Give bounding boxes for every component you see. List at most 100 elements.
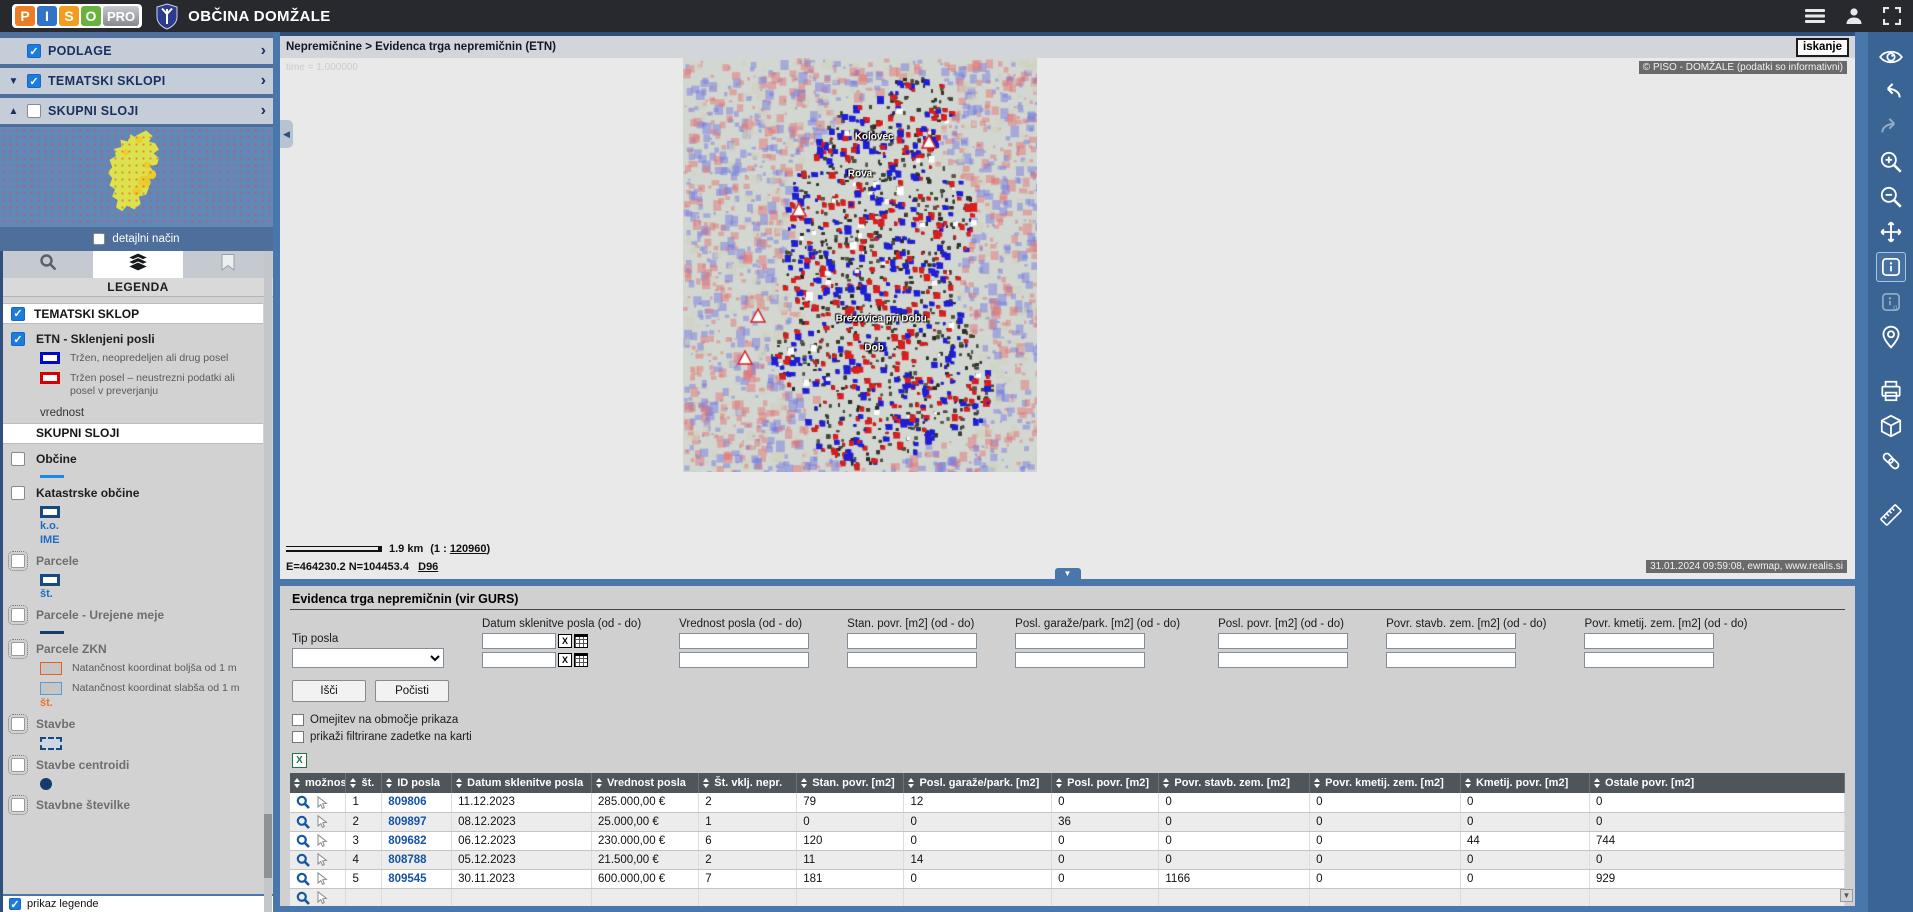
piso-logo[interactable]: PISOPRO <box>12 4 142 28</box>
clear-date-icon[interactable]: X <box>558 653 572 667</box>
podlage-checkbox[interactable] <box>27 44 41 58</box>
sort-icon[interactable] <box>908 778 914 788</box>
legend-checkbox[interactable] <box>11 717 25 731</box>
menu-icon[interactable] <box>1805 8 1825 24</box>
zoom-out-icon[interactable] <box>1876 182 1906 212</box>
forward-arrow-icon[interactable] <box>1876 112 1906 142</box>
tip-posla-select[interactable] <box>292 648 444 668</box>
tab-layers[interactable] <box>93 251 183 278</box>
legend-checkbox[interactable] <box>11 332 25 346</box>
map-tiles[interactable]: KolovecRovaBrezovica pri DobuDob <box>683 58 1037 472</box>
clear-date-icon[interactable]: X <box>558 634 572 648</box>
legend-checkbox[interactable] <box>11 608 25 622</box>
chevron-right-icon[interactable]: › <box>261 43 266 59</box>
show-filtered-on-map-checkbox[interactable] <box>292 731 304 743</box>
range-input[interactable] <box>1015 633 1145 649</box>
datum-link[interactable]: D96 <box>418 561 438 573</box>
link-icon[interactable] <box>1876 446 1906 476</box>
legend-checkbox[interactable] <box>11 452 25 466</box>
detail-mode-checkbox[interactable] <box>93 233 105 245</box>
sort-icon[interactable] <box>1465 778 1471 788</box>
accordion-podlage[interactable]: PODLAGE › <box>0 38 273 64</box>
info-group-icon[interactable]: g <box>1876 287 1906 317</box>
chevron-right-icon[interactable]: › <box>261 73 266 89</box>
column-header[interactable]: Ostale povr. [m2] <box>1589 773 1844 793</box>
skupni-sloji-checkbox[interactable] <box>27 104 41 118</box>
range-input[interactable] <box>1584 633 1714 649</box>
zoom-to-record-icon[interactable] <box>296 815 310 829</box>
sort-icon[interactable] <box>386 778 392 788</box>
range-input[interactable] <box>679 633 809 649</box>
id-posla-link[interactable]: 808788 <box>388 854 426 866</box>
range-input[interactable] <box>1386 652 1516 668</box>
id-posla-link[interactable]: 809897 <box>388 816 426 828</box>
pan-icon[interactable] <box>1876 217 1906 247</box>
zoom-to-record-icon[interactable] <box>296 872 310 886</box>
collapse-arrow[interactable]: ▼ <box>7 76 20 87</box>
chevron-right-icon[interactable]: › <box>261 103 266 119</box>
column-header[interactable]: št. <box>346 773 382 793</box>
user-icon[interactable] <box>1845 7 1863 25</box>
sort-icon[interactable] <box>1314 778 1320 788</box>
zoom-in-icon[interactable] <box>1876 147 1906 177</box>
select-record-icon[interactable] <box>317 853 328 866</box>
range-input[interactable] <box>1015 652 1145 668</box>
select-record-icon[interactable] <box>317 872 328 885</box>
legend-checkbox[interactable] <box>11 642 25 656</box>
scale-ratio-link[interactable]: 120960 <box>450 543 487 555</box>
map-canvas[interactable] <box>683 58 1037 472</box>
range-input[interactable] <box>847 652 977 668</box>
zoom-to-record-icon[interactable] <box>296 834 310 848</box>
column-header[interactable]: Vrednost posla <box>592 773 699 793</box>
sort-icon[interactable] <box>703 778 709 788</box>
cube-3d-icon[interactable] <box>1876 411 1906 441</box>
sort-icon[interactable] <box>1056 778 1062 788</box>
accordion-tematski-sklopi[interactable]: ▼ TEMATSKI SKLOPI › <box>0 68 273 94</box>
eye-icon[interactable] <box>1876 42 1906 72</box>
legend-checkbox[interactable] <box>11 486 25 500</box>
select-record-icon[interactable] <box>317 834 328 847</box>
scrollbar-thumb[interactable] <box>264 814 272 878</box>
select-record-icon[interactable] <box>317 796 328 809</box>
sidebar-collapse-handle[interactable]: ◀ <box>280 120 293 148</box>
calendar-icon[interactable] <box>574 653 588 667</box>
column-header[interactable]: Posl. povr. [m2] <box>1052 773 1159 793</box>
accordion-skupni-sloji[interactable]: ▲ SKUPNI SLOJI › <box>0 98 273 124</box>
range-input[interactable] <box>1218 652 1348 668</box>
measure-icon[interactable] <box>1876 500 1906 530</box>
fullscreen-icon[interactable] <box>1883 7 1901 25</box>
column-header[interactable]: Povr. stavb. zem. [m2] <box>1159 773 1310 793</box>
zoom-to-record-icon[interactable] <box>296 891 310 905</box>
column-header[interactable]: Posl. garaže/park. [m2] <box>904 773 1052 793</box>
column-header[interactable]: ID posla <box>382 773 452 793</box>
range-input[interactable] <box>1218 633 1348 649</box>
legend-checkbox[interactable] <box>11 758 25 772</box>
show-legend-checkbox[interactable] <box>9 898 21 910</box>
table-scroll-down-icon[interactable]: ▼ <box>1840 889 1853 902</box>
tematski-sklopi-checkbox[interactable] <box>27 74 41 88</box>
id-posla-link[interactable]: 809545 <box>388 873 426 885</box>
sort-icon[interactable] <box>596 778 602 788</box>
overview-map[interactable] <box>0 127 273 227</box>
column-header[interactable]: Št. vklj. nepr. <box>699 773 797 793</box>
select-record-icon[interactable] <box>317 815 328 828</box>
back-arrow-icon[interactable] <box>1876 77 1906 107</box>
sort-icon[interactable] <box>1163 778 1169 788</box>
column-header[interactable]: Stan. povr. [m2] <box>797 773 904 793</box>
legend-scrollbar[interactable] <box>264 251 272 912</box>
range-input[interactable] <box>847 633 977 649</box>
sort-icon[interactable] <box>294 778 300 788</box>
panel-divider[interactable] <box>280 579 1855 586</box>
date-input[interactable] <box>482 633 556 649</box>
print-icon[interactable] <box>1876 376 1906 406</box>
iskanje-button[interactable]: iskanje <box>1796 38 1849 57</box>
sort-icon[interactable] <box>1594 778 1600 788</box>
tab-bookmark[interactable] <box>183 251 273 278</box>
column-header[interactable]: Datum sklenitve posla <box>452 773 592 793</box>
tab-search[interactable] <box>3 251 93 278</box>
range-input[interactable] <box>1584 652 1714 668</box>
limit-to-extent-checkbox[interactable] <box>292 714 304 726</box>
expand-arrow[interactable]: ▲ <box>7 106 20 117</box>
legend-checkbox[interactable] <box>11 307 25 321</box>
column-header[interactable]: Povr. kmetij. zem. [m2] <box>1310 773 1461 793</box>
